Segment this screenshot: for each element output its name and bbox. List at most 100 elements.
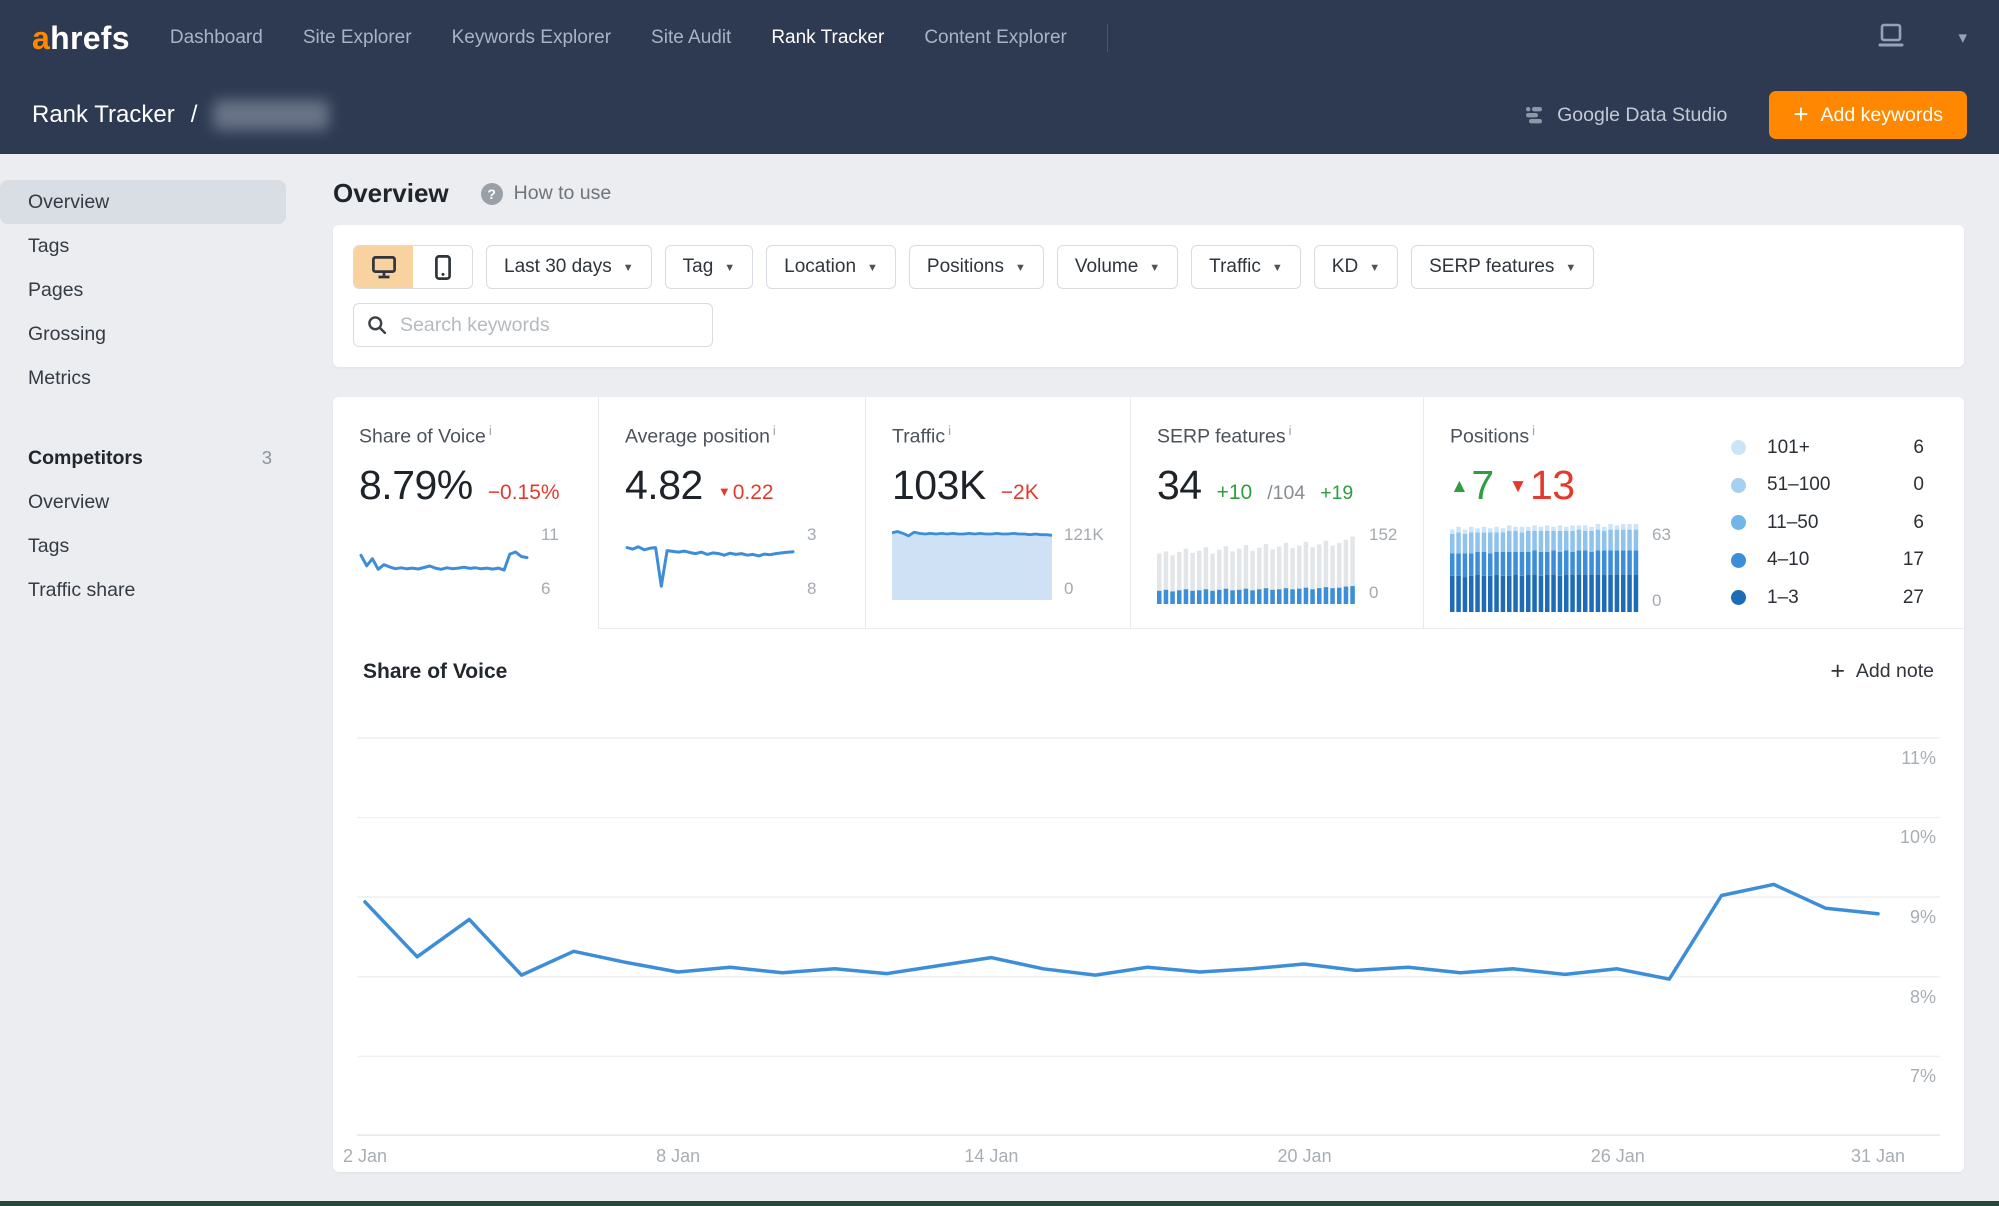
competitors-count-badge: 3 bbox=[261, 447, 272, 468]
avg-position-sparkline bbox=[625, 544, 795, 588]
project-header: Rank Tracker / Google Data Studio + Add … bbox=[0, 76, 1999, 154]
project-name-redacted[interactable] bbox=[213, 100, 330, 130]
share-of-voice-chart-section: Share of Voice + Add note 11% 10% 9% 8% 7% 2… bbox=[333, 629, 1964, 1172]
traffic-dropdown[interactable]: Traffic ▼ bbox=[1191, 245, 1301, 289]
google-data-studio-label: Google Data Studio bbox=[1557, 103, 1728, 126]
traffic-change: −2K bbox=[1000, 480, 1039, 504]
date-range-dropdown[interactable]: Last 30 days ▼ bbox=[486, 245, 652, 289]
caret-down-icon: ▼ bbox=[622, 262, 634, 274]
nav-dashboard[interactable]: Dashboard bbox=[170, 27, 263, 49]
mobile-toggle-button[interactable] bbox=[413, 246, 472, 288]
legend-value: 6 bbox=[1913, 436, 1924, 458]
mobile-icon bbox=[434, 254, 451, 280]
info-icon[interactable]: i bbox=[489, 423, 492, 438]
nav-site-audit[interactable]: Site Audit bbox=[651, 27, 731, 49]
legend-value: 0 bbox=[1913, 474, 1924, 496]
caret-down-icon: ▼ bbox=[724, 262, 736, 274]
add-note-button[interactable]: + Add note bbox=[1830, 657, 1934, 686]
google-data-studio-link[interactable]: Google Data Studio bbox=[1523, 104, 1727, 127]
positions-bars bbox=[1450, 523, 1639, 612]
sidebar-item-tags[interactable]: Tags bbox=[0, 224, 286, 268]
ahrefs-logo[interactable]: ahrefs bbox=[32, 20, 130, 57]
search-row bbox=[353, 303, 1944, 347]
bottom-edge-strip bbox=[0, 1201, 1999, 1206]
positions-dropdown[interactable]: Positions ▼ bbox=[908, 245, 1044, 289]
add-note-label: Add note bbox=[1855, 660, 1934, 682]
logo-rest: hrefs bbox=[50, 19, 130, 56]
nav-right-controls: ▾ bbox=[1876, 23, 1967, 54]
share-of-voice-chart[interactable]: 11% 10% 9% 8% 7% bbox=[357, 706, 1940, 1136]
plus-icon: + bbox=[1830, 657, 1845, 685]
legend-label: 1–3 bbox=[1767, 586, 1799, 608]
breadcrumb: Rank Tracker / bbox=[32, 100, 330, 130]
add-keywords-button[interactable]: + Add keywords bbox=[1769, 91, 1967, 139]
location-dropdown[interactable]: Location ▼ bbox=[766, 245, 896, 289]
x-axis-tick: 14 Jan bbox=[964, 1146, 1019, 1166]
info-icon[interactable]: i bbox=[773, 423, 776, 438]
x-axis-tick: 31 Jan bbox=[1850, 1146, 1906, 1166]
filter-bar: Last 30 days ▼ Tag ▼ Location ▼ Positions ▼ … bbox=[333, 225, 1964, 367]
legend-dot-51-100 bbox=[1731, 477, 1746, 493]
volume-dropdown[interactable]: Volume ▼ bbox=[1056, 245, 1179, 289]
tab-traffic[interactable]: Traffic i 103K −2K 121K 0 bbox=[865, 397, 1130, 629]
nav-site-explorer[interactable]: Site Explorer bbox=[303, 27, 412, 49]
info-icon[interactable]: i bbox=[948, 423, 951, 438]
sidebar-item-overview[interactable]: Overview bbox=[0, 180, 286, 224]
tab-positions[interactable]: Positions i ▲7 ▼13 63 0 101+ 6 51–100 0 … bbox=[1423, 397, 1964, 629]
serp-features-dropdown[interactable]: SERP features ▼ bbox=[1411, 245, 1595, 289]
help-icon: ? bbox=[480, 182, 503, 205]
nav-divider bbox=[1106, 24, 1108, 52]
date-range-label: Last 30 days bbox=[504, 256, 612, 277]
nav-rank-tracker[interactable]: Rank Tracker bbox=[771, 27, 884, 49]
plus-icon: + bbox=[1793, 98, 1809, 129]
legend-value: 17 bbox=[1902, 549, 1924, 571]
sidebar-item-grossing[interactable]: Grossing bbox=[0, 312, 286, 356]
page-body: Overview Tags Pages Grossing Metrics Com… bbox=[0, 154, 1999, 1200]
traffic-value: 103K bbox=[892, 461, 986, 508]
breadcrumb-app[interactable]: Rank Tracker bbox=[32, 101, 175, 129]
tab-serp-features[interactable]: SERP features i 34 +10 /104 +19 152 0 bbox=[1130, 397, 1423, 629]
tab-share-of-voice[interactable]: Share of Voice i 8.79% −0.15% 11 6 bbox=[333, 397, 598, 629]
legend-value: 6 bbox=[1913, 511, 1924, 533]
sidebar-item-pages[interactable]: Pages bbox=[0, 268, 286, 312]
desktop-toggle-button[interactable] bbox=[354, 246, 413, 288]
tab-average-position[interactable]: Average position i 4.82 ▼0.22 38 bbox=[598, 397, 865, 629]
nav-content-explorer[interactable]: Content Explorer bbox=[924, 27, 1067, 49]
card-title: SERP features i bbox=[1157, 423, 1292, 448]
main-chart-xlabels: 2 Jan 8 Jan 14 Jan 20 Jan 26 Jan 31 Jan bbox=[343, 1146, 1905, 1172]
search-keywords-input[interactable] bbox=[398, 312, 699, 338]
account-caret-icon[interactable]: ▾ bbox=[1958, 28, 1967, 48]
sidebar-item-metrics[interactable]: Metrics bbox=[0, 356, 286, 400]
tag-dropdown[interactable]: Tag ▼ bbox=[664, 245, 754, 289]
location-label: Location bbox=[784, 256, 857, 277]
sidebar-item-competitors-tags[interactable]: Tags bbox=[0, 524, 286, 568]
serp-features-value: 34 bbox=[1157, 461, 1202, 508]
x-axis-tick: 8 Jan bbox=[656, 1146, 701, 1166]
positions-down: ▼13 bbox=[1508, 461, 1575, 508]
google-data-studio-icon bbox=[1526, 107, 1543, 124]
serp-features-bars bbox=[1157, 536, 1355, 604]
devices-icon[interactable] bbox=[1876, 23, 1906, 54]
metric-tabs: Share of Voice i 8.79% −0.15% 11 6 Average… bbox=[333, 397, 1964, 629]
legend-dot-1-3 bbox=[1731, 590, 1746, 606]
how-to-use-link[interactable]: ? How to use bbox=[480, 182, 611, 205]
info-icon[interactable]: i bbox=[1532, 423, 1535, 438]
chart-title: Share of Voice bbox=[363, 659, 508, 683]
legend-row-11-50: 11–50 6 bbox=[1731, 504, 1924, 542]
keyword-search-box bbox=[353, 303, 713, 347]
nav-keywords-explorer[interactable]: Keywords Explorer bbox=[452, 27, 611, 49]
caret-down-icon: ▼ bbox=[1271, 262, 1283, 274]
positions-summary: Positions i ▲7 ▼13 63 0 bbox=[1450, 423, 1705, 628]
kd-dropdown[interactable]: KD ▼ bbox=[1313, 245, 1399, 289]
serp-spark-axis: 152 0 bbox=[1369, 524, 1398, 602]
info-icon[interactable]: i bbox=[1289, 423, 1292, 438]
down-triangle-icon: ▼ bbox=[1508, 475, 1528, 497]
sov-change: −0.15% bbox=[487, 480, 560, 504]
legend-row-101plus: 101+ 6 bbox=[1731, 429, 1924, 467]
sidebar: Overview Tags Pages Grossing Metrics Com… bbox=[0, 154, 306, 612]
filter-row: Last 30 days ▼ Tag ▼ Location ▼ Positions ▼ … bbox=[353, 245, 1944, 289]
sidebar-item-traffic-share[interactable]: Traffic share bbox=[0, 568, 286, 612]
volume-label: Volume bbox=[1074, 256, 1139, 277]
share-of-voice-line bbox=[357, 737, 1940, 1136]
sidebar-item-competitors-overview[interactable]: Overview bbox=[0, 480, 286, 524]
